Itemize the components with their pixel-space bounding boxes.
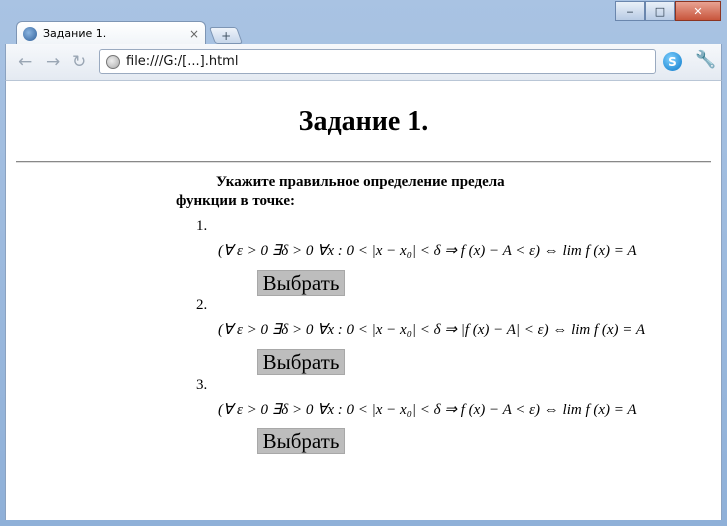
browser-tab[interactable]: Задание 1. × [16,21,206,45]
back-arrow-icon[interactable]: ← [18,52,32,72]
window-controls: ‒ □ ✕ [615,1,721,21]
select-option-1-button[interactable]: Выбрать [257,270,345,296]
page-title: Задание 1. [298,106,429,137]
tab-title: Задание 1. [43,27,107,40]
url-text: file:///G:/[...].html [126,54,239,69]
select-option-2-button[interactable]: Выбрать [257,349,345,375]
option-3-number: 3. [196,377,208,393]
option-2-formula: (∀ ε > 0 ∃δ > 0 ∀x : 0 < |x − x₀| < δ ⇒ … [218,322,646,338]
tab-close-icon[interactable]: × [189,27,199,41]
wrench-icon[interactable]: 🔧 [695,50,716,70]
browser-window: ‒ □ ✕ Задание 1. × + ← → ↻ file:///G:/[.… [0,0,727,526]
reload-icon[interactable]: ↻ [72,52,86,72]
maximize-button[interactable]: □ [645,1,675,21]
minimize-button[interactable]: ‒ [615,1,645,21]
option-3-formula: (∀ ε > 0 ∃δ > 0 ∀x : 0 < |x − x₀| < δ ⇒ … [218,402,637,418]
skype-extension-icon[interactable]: S [663,52,682,71]
page-icon [106,54,120,69]
select-option-3-button[interactable]: Выбрать [257,428,345,454]
address-bar[interactable]: file:///G:/[...].html [99,49,656,74]
option-2-number: 2. [196,297,208,313]
option-1-formula: (∀ ε > 0 ∃δ > 0 ∀x : 0 < |x − x₀| < δ ⇒ … [218,243,637,259]
close-window-button[interactable]: ✕ [675,1,721,21]
new-tab-button[interactable]: + [208,27,244,44]
globe-icon [23,26,37,41]
forward-arrow-icon[interactable]: → [46,52,60,72]
plus-icon: + [220,28,232,43]
divider [16,161,711,163]
toolbar: ← → ↻ file:///G:/[...].html S 🔧 [5,44,722,80]
page-content: Задание 1. Укажите правильное определени… [5,80,722,520]
question-text: Укажите правильное определение предела ф… [176,174,505,209]
option-1-number: 1. [196,218,208,234]
